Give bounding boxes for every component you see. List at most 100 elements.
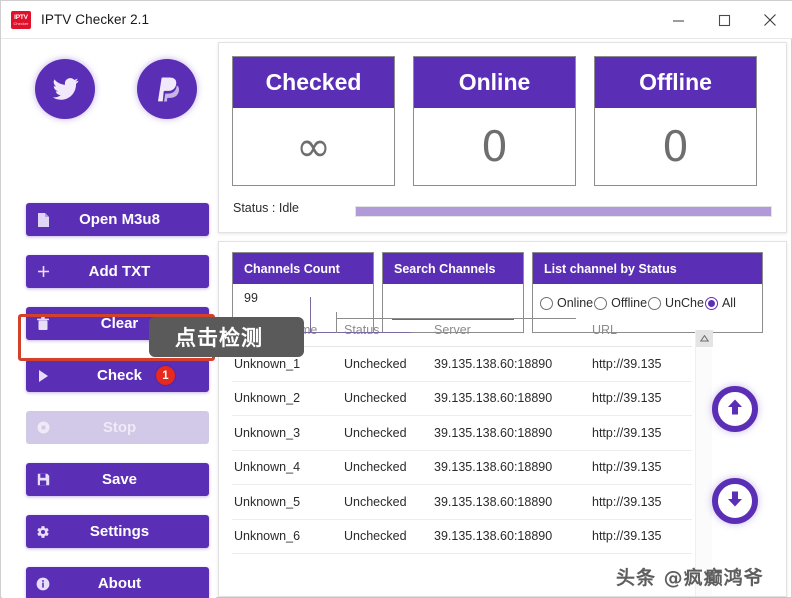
cell-status: Unchecked: [344, 460, 407, 475]
cell-channel-name: Unknown_4: [234, 460, 301, 475]
radio-offline-label: Offline: [611, 296, 648, 310]
save-button[interactable]: Save: [26, 463, 209, 496]
stat-checked-value: ∞: [296, 122, 331, 171]
plus-icon: [26, 265, 60, 278]
table-row[interactable]: Unknown_2 Unchecked 39.135.138.60:18890 htt…: [232, 382, 692, 416]
cell-channel-name: Unknown_1: [234, 356, 301, 371]
twitter-button[interactable]: [35, 59, 95, 119]
cell-url: http://39.135: [592, 425, 662, 440]
radio-online-label: Online: [557, 296, 594, 310]
title-bar: IPTV Checker IPTV Checker 2.1: [1, 1, 792, 39]
window-title: IPTV Checker 2.1: [41, 12, 150, 27]
open-m3u8-label: Open M3u8: [79, 211, 160, 228]
stop-button[interactable]: Stop: [26, 411, 209, 444]
cell-channel-name: Unknown_5: [234, 494, 301, 509]
cell-server: 39.135.138.60:18890: [434, 356, 553, 371]
scroll-up-icon[interactable]: [696, 330, 713, 347]
main-panel: Checked ∞ Online 0 Offline 0 Status : Id…: [218, 42, 790, 597]
cell-status: Unchecked: [344, 529, 407, 544]
cell-url: http://39.135: [592, 529, 662, 544]
column-url: URL: [592, 322, 618, 337]
cell-url: http://39.135: [592, 460, 662, 475]
arrow-down-icon: [725, 489, 745, 514]
radio-offline-dot: [594, 296, 608, 310]
settings-label: Settings: [89, 523, 150, 540]
stat-online-title: Online: [414, 57, 575, 108]
open-m3u8-button[interactable]: Open M3u8: [26, 203, 209, 236]
table-row[interactable]: Unknown_6 Unchecked 39.135.138.60:18890 htt…: [232, 520, 692, 554]
radio-all-dot: [704, 296, 718, 310]
close-button[interactable]: [747, 1, 792, 39]
move-down-button[interactable]: [712, 478, 758, 524]
cell-status: Unchecked: [344, 494, 407, 509]
cell-server: 39.135.138.60:18890: [434, 391, 553, 406]
watermark: 头条 @疯癫鸿爷: [616, 567, 764, 589]
radio-online-dot: [540, 296, 553, 310]
status-radio-group: Online Offline UnChe All: [540, 296, 737, 310]
paypal-button[interactable]: [137, 59, 197, 119]
arrow-up-icon: [725, 397, 745, 422]
cell-status: Unchecked: [344, 425, 407, 440]
cell-server: 39.135.138.60:18890: [434, 529, 553, 544]
table-body: Unknown_1 Unchecked 39.135.138.60:18890 htt…: [232, 347, 692, 554]
settings-button[interactable]: Settings: [26, 515, 209, 548]
add-txt-button[interactable]: Add TXT: [26, 255, 209, 288]
window-controls: [655, 1, 792, 39]
stop-label: Stop: [102, 419, 137, 436]
cell-channel-name: Unknown_2: [234, 391, 301, 406]
stat-card-offline: Offline 0: [594, 56, 757, 186]
info-icon: [26, 577, 60, 591]
stats-panel: Checked ∞ Online 0 Offline 0 Status : Id…: [218, 42, 787, 233]
app-logo-line2: Checker: [13, 20, 29, 26]
app-logo-icon: IPTV Checker: [11, 10, 31, 29]
radio-all[interactable]: All: [704, 296, 737, 310]
cell-url: http://39.135: [592, 391, 662, 406]
table-row[interactable]: Unknown_5 Unchecked 39.135.138.60:18890 htt…: [232, 485, 692, 520]
check-label: Check: [96, 367, 143, 384]
radio-unchecked-label: UnChe: [665, 296, 704, 310]
minimize-button[interactable]: [655, 1, 701, 39]
stop-icon: [26, 421, 60, 434]
cell-status: Unchecked: [344, 391, 407, 406]
about-label: About: [97, 575, 142, 592]
file-icon: [26, 212, 60, 227]
table-row[interactable]: Unknown_4 Unchecked 39.135.138.60:18890 htt…: [232, 451, 692, 485]
about-button[interactable]: About: [26, 567, 209, 598]
stat-card-online: Online 0: [413, 56, 576, 186]
move-up-button[interactable]: [712, 386, 758, 432]
radio-online[interactable]: Online: [540, 296, 594, 310]
cell-url: http://39.135: [592, 494, 662, 509]
cell-server: 39.135.138.60:18890: [434, 425, 553, 440]
search-channels-title: Search Channels: [383, 253, 523, 284]
check-badge: 1: [156, 366, 175, 385]
cell-status: Unchecked: [344, 356, 407, 371]
save-icon: [26, 473, 60, 486]
progress-bar-fill: [356, 207, 771, 216]
cell-server: 39.135.138.60:18890: [434, 494, 553, 509]
radio-unchecked[interactable]: UnChe: [648, 296, 705, 310]
radio-offline[interactable]: Offline: [594, 296, 648, 310]
stat-offline-title: Offline: [595, 57, 756, 108]
radio-all-label: All: [721, 296, 736, 310]
check-button[interactable]: Check 1: [26, 359, 209, 392]
progress-bar: [355, 206, 772, 217]
save-label: Save: [101, 471, 138, 488]
social-links: [27, 57, 197, 127]
trash-icon: [26, 316, 60, 331]
maximize-button[interactable]: [701, 1, 747, 39]
stat-online-value: 0: [481, 122, 508, 171]
status-label: Status : Idle: [233, 201, 300, 215]
list-by-status-title: List channel by Status: [533, 253, 762, 284]
column-server: Server: [434, 322, 471, 337]
table-row[interactable]: Unknown_3 Unchecked 39.135.138.60:18890 htt…: [232, 416, 692, 451]
table-scrollbar[interactable]: [695, 330, 713, 596]
cell-channel-name: Unknown_6: [234, 529, 301, 544]
stat-card-checked: Checked ∞: [232, 56, 395, 186]
add-txt-label: Add TXT: [88, 263, 151, 280]
stat-checked-title: Checked: [233, 57, 394, 108]
app-logo-line1: IPTV: [14, 13, 28, 21]
twitter-icon: [49, 75, 82, 103]
stat-offline-value: 0: [662, 122, 689, 171]
channels-panel: Channels Count 99 Search Channels List c…: [218, 241, 787, 597]
channels-count-value: 99: [244, 291, 258, 305]
